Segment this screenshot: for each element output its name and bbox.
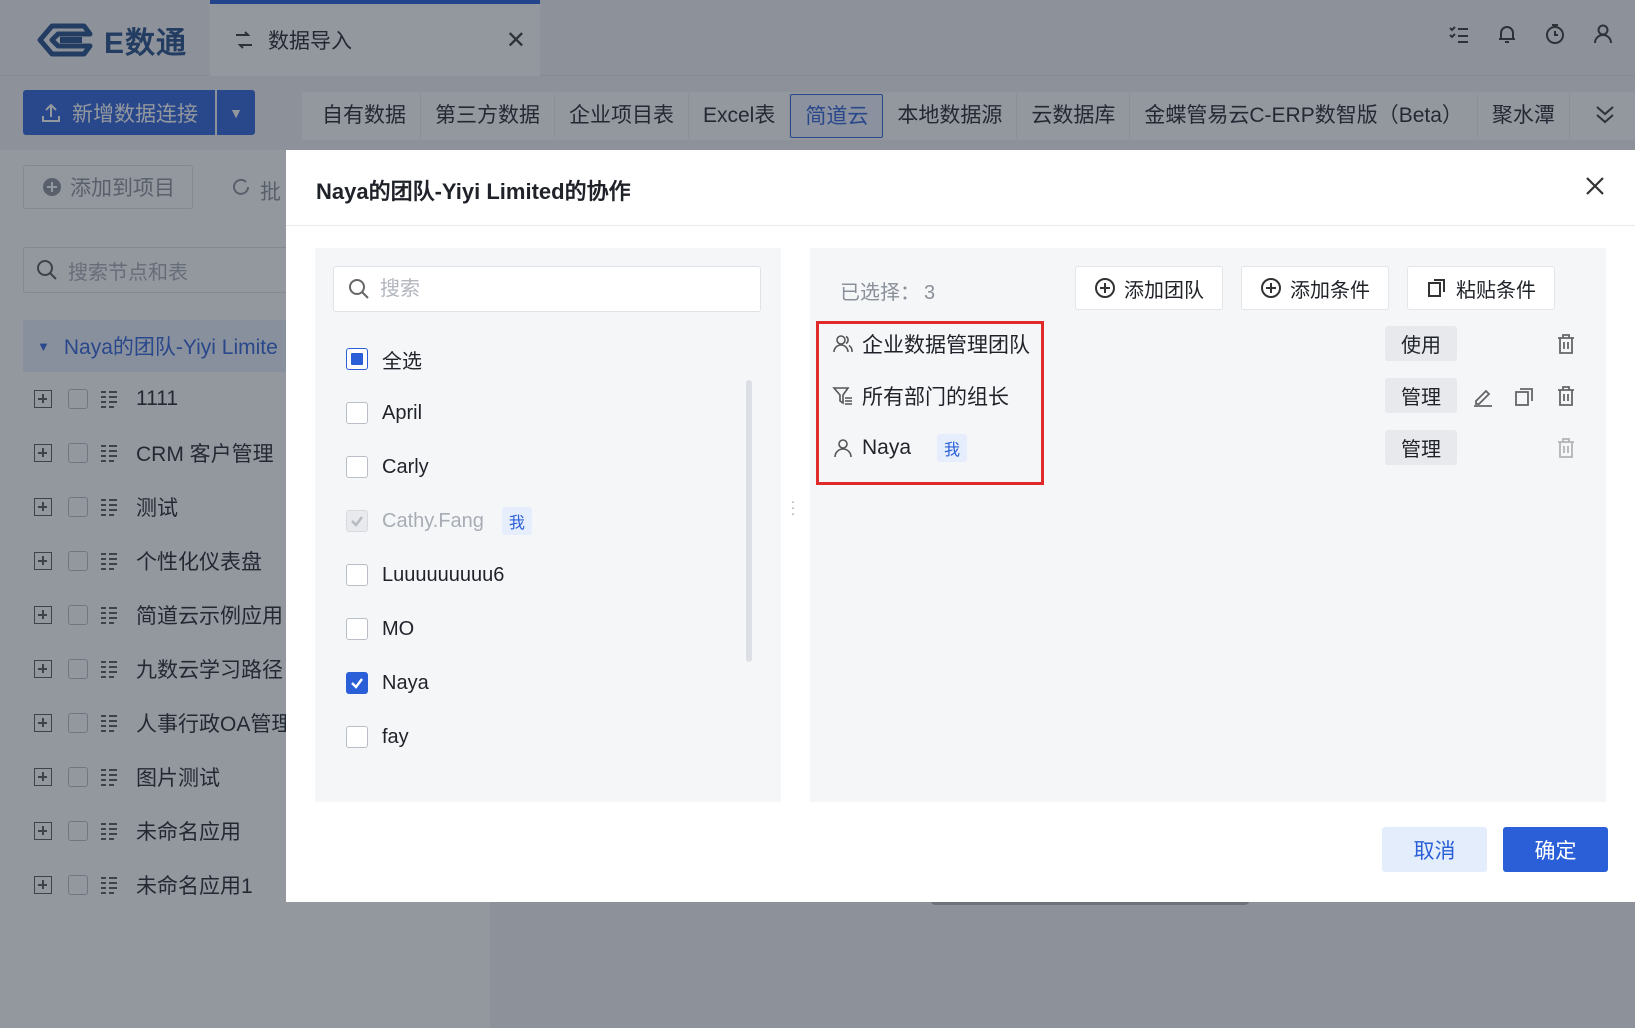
selected-members-pane: 已选择： 3 添加团队 添加条件 粘贴条件 企业数据管理团队 使用 所有部门的组长 管理… xyxy=(810,248,1606,802)
dialog-header: Naya的团队-Yiyi Limited的协作 xyxy=(286,150,1635,226)
paste-icon xyxy=(1428,279,1445,297)
plus-circle-icon xyxy=(1261,278,1281,298)
user-row[interactable]: iris xyxy=(346,764,746,770)
trash-icon xyxy=(1554,436,1578,460)
paste-condition-label: 粘贴条件 xyxy=(1456,279,1536,302)
user-search-input[interactable] xyxy=(380,277,740,301)
user-search-field[interactable] xyxy=(333,266,761,312)
me-badge: 我 xyxy=(501,507,532,535)
paste-condition-button[interactable]: 粘贴条件 xyxy=(1407,266,1555,310)
member-row: 所有部门的组长 管理 xyxy=(830,370,1590,422)
select-all-row[interactable]: 全选 xyxy=(346,332,746,386)
user-row: Cathy.Fang 我 xyxy=(346,494,746,548)
selected-count-text: 已选择： 3 xyxy=(840,276,935,305)
user-checkbox[interactable] xyxy=(346,726,368,748)
plus-circle-icon xyxy=(1095,278,1115,298)
pane-resize-handle[interactable]: · · · xyxy=(788,494,798,520)
collaboration-dialog: Naya的团队-Yiyi Limited的协作 全选 April Carly Cath… xyxy=(286,150,1635,902)
member-name: 企业数据管理团队 xyxy=(862,334,1030,357)
member-name: 所有部门的组长 xyxy=(862,386,1009,409)
user-label: MO xyxy=(382,617,415,640)
filter-condition-icon xyxy=(832,387,852,405)
user-list-scrollbar[interactable] xyxy=(746,380,752,662)
permission-dropdown[interactable]: 使用 xyxy=(1385,326,1457,361)
user-label: fay xyxy=(382,725,409,748)
user-checkbox[interactable] xyxy=(346,402,368,424)
user-checkbox xyxy=(346,510,368,532)
user-row[interactable]: Naya xyxy=(346,656,746,710)
permission-dropdown[interactable]: 管理 xyxy=(1385,430,1457,465)
user-row[interactable]: April xyxy=(346,386,746,440)
user-list: 全选 April Carly Cathy.Fang 我 Luuuuuuuuu6 MO Naya… xyxy=(346,332,746,770)
user-picker-pane: 全选 April Carly Cathy.Fang 我 Luuuuuuuuu6 MO Naya… xyxy=(315,248,781,802)
member-row: 企业数据管理团队 使用 xyxy=(830,318,1590,370)
trash-icon[interactable] xyxy=(1554,332,1578,356)
user-label: Naya xyxy=(382,671,429,694)
user-checkbox[interactable] xyxy=(346,618,368,640)
add-team-button[interactable]: 添加团队 xyxy=(1075,266,1223,310)
user-row[interactable]: fay xyxy=(346,710,746,764)
selected-label: 已选择： xyxy=(840,282,920,304)
check-icon xyxy=(351,678,363,689)
check-icon xyxy=(351,516,363,527)
user-label: Carly xyxy=(382,455,429,478)
user-label: 全选 xyxy=(382,350,422,373)
team-icon xyxy=(833,335,853,353)
member-name: Naya xyxy=(862,436,912,459)
selected-count: 3 xyxy=(924,282,936,304)
add-team-label: 添加团队 xyxy=(1124,279,1204,302)
copy-icon[interactable] xyxy=(1512,384,1536,408)
user-label: Cathy.Fang xyxy=(382,509,484,532)
edit-icon[interactable] xyxy=(1471,384,1495,408)
search-icon xyxy=(349,279,369,299)
dialog-title: Naya的团队-Yiyi Limited的协作 xyxy=(316,179,631,204)
member-row: Naya 我 管理 xyxy=(830,422,1590,474)
user-label: Luuuuuuuuu6 xyxy=(382,563,505,586)
user-row[interactable]: MO xyxy=(346,602,746,656)
trash-icon[interactable] xyxy=(1554,384,1578,408)
user-label: April xyxy=(382,401,423,424)
user-row[interactable]: Carly xyxy=(346,440,746,494)
close-icon[interactable] xyxy=(1581,172,1609,200)
add-condition-label: 添加条件 xyxy=(1290,279,1370,302)
cancel-button[interactable]: 取消 xyxy=(1382,827,1487,872)
confirm-button[interactable]: 确定 xyxy=(1503,827,1608,872)
user-checkbox[interactable] xyxy=(346,672,368,694)
add-condition-button[interactable]: 添加条件 xyxy=(1241,266,1389,310)
me-badge: 我 xyxy=(937,434,968,462)
user-row[interactable]: Luuuuuuuuu6 xyxy=(346,548,746,602)
user-checkbox[interactable] xyxy=(346,564,368,586)
user-checkbox[interactable] xyxy=(346,456,368,478)
user-checkbox[interactable] xyxy=(346,348,368,370)
member-list: 企业数据管理团队 使用 所有部门的组长 管理 Naya 我管理 xyxy=(830,318,1590,474)
permission-dropdown[interactable]: 管理 xyxy=(1385,378,1457,413)
user-icon xyxy=(834,439,852,458)
